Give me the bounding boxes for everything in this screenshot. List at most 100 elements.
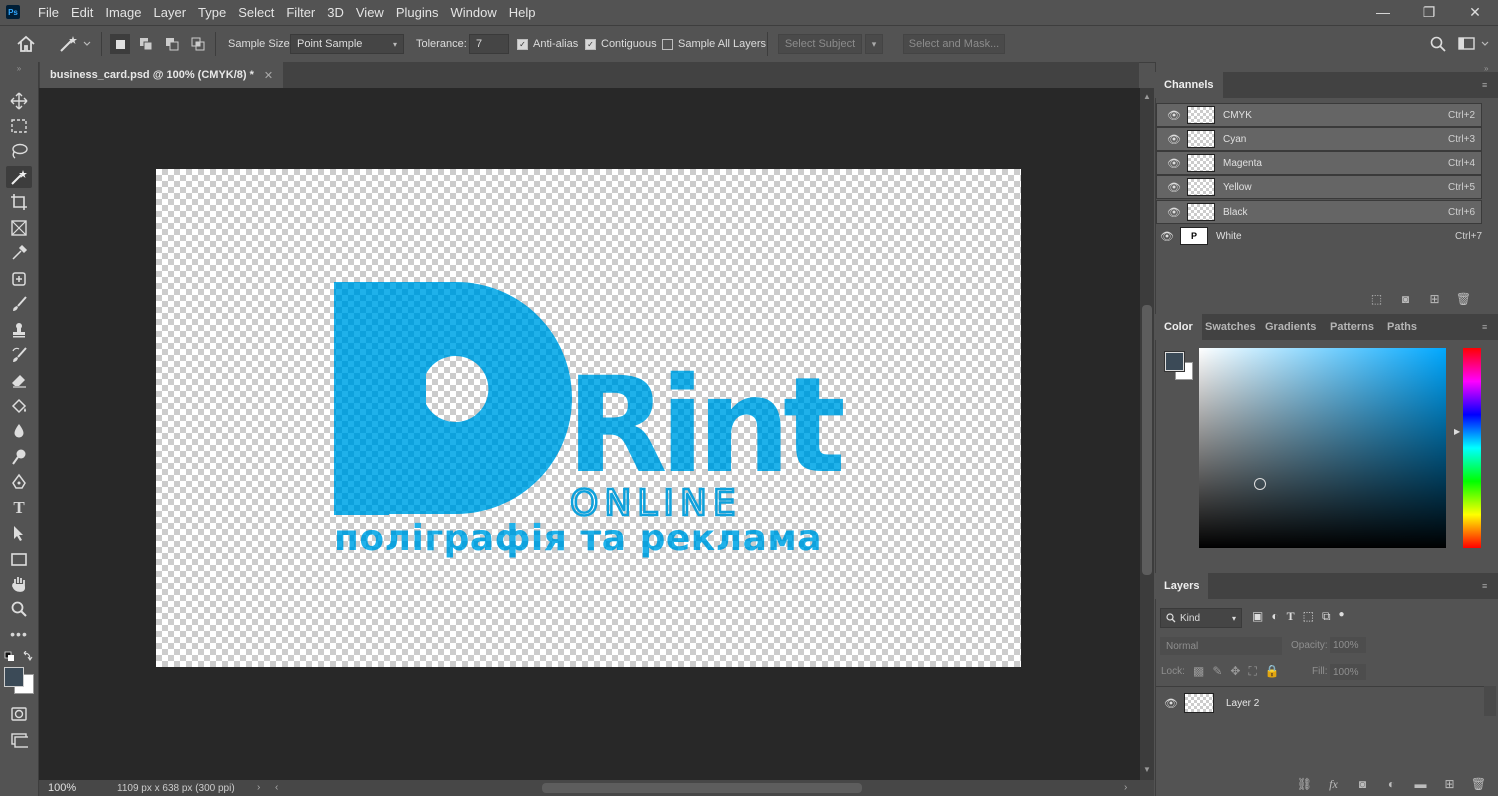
pixel-layer-filter-icon[interactable]: ▣ bbox=[1252, 609, 1263, 624]
panel-menu-icon[interactable]: ≡ bbox=[1482, 581, 1492, 591]
menu-view[interactable]: View bbox=[350, 5, 390, 20]
add-mask-icon[interactable]: ◙ bbox=[1348, 777, 1377, 792]
color-picker-cursor[interactable] bbox=[1254, 478, 1266, 490]
crop-tool[interactable] bbox=[6, 191, 32, 213]
path-selection-tool[interactable] bbox=[6, 522, 32, 544]
scroll-right-icon[interactable]: › bbox=[1124, 782, 1127, 793]
tab-swatches[interactable]: Swatches bbox=[1205, 314, 1256, 340]
add-to-selection-button[interactable] bbox=[136, 34, 156, 54]
document-info[interactable]: 1109 px x 638 px (300 ppi) bbox=[117, 783, 235, 794]
minimize-button[interactable]: — bbox=[1360, 0, 1406, 24]
lock-all-icon[interactable]: 🔒 bbox=[1265, 664, 1280, 679]
eye-icon[interactable]: 👁 bbox=[1164, 697, 1178, 710]
delete-channel-icon[interactable]: 🗑 bbox=[1449, 292, 1478, 306]
default-colors-icon[interactable] bbox=[4, 650, 34, 663]
menu-edit[interactable]: Edit bbox=[65, 5, 99, 20]
panel-menu-icon[interactable]: ≡ bbox=[1482, 80, 1492, 90]
sample-size-select[interactable]: Point Sample ▾ bbox=[290, 34, 404, 54]
rectangular-marquee-tool[interactable] bbox=[6, 115, 32, 137]
eye-icon[interactable]: 👁 bbox=[1167, 181, 1181, 194]
lock-position-icon[interactable]: ✥ bbox=[1230, 664, 1240, 679]
hand-tool[interactable] bbox=[6, 573, 32, 595]
menu-window[interactable]: Window bbox=[444, 5, 502, 20]
channel-row[interactable]: 👁 CMYK Ctrl+2 bbox=[1156, 103, 1482, 127]
adjustment-layer-icon[interactable]: ◐ bbox=[1377, 777, 1406, 792]
document-tab[interactable]: business_card.psd @ 100% (CMYK/8) * ✕ bbox=[40, 62, 284, 88]
menu-select[interactable]: Select bbox=[232, 5, 280, 20]
tab-channels[interactable]: Channels bbox=[1155, 72, 1223, 98]
foreground-color-swatch[interactable] bbox=[4, 667, 24, 687]
lasso-tool[interactable] bbox=[6, 140, 32, 162]
eye-icon[interactable]: 👁 bbox=[1167, 157, 1181, 170]
type-layer-filter-icon[interactable]: T bbox=[1287, 609, 1295, 624]
new-selection-button[interactable] bbox=[110, 34, 130, 54]
menu-file[interactable]: File bbox=[32, 5, 65, 20]
intersect-selection-button[interactable] bbox=[188, 34, 208, 54]
move-tool[interactable] bbox=[6, 90, 32, 112]
zoom-tool[interactable] bbox=[6, 598, 32, 620]
menu-plugins[interactable]: Plugins bbox=[390, 5, 445, 20]
tab-color[interactable]: Color bbox=[1155, 314, 1202, 340]
eye-icon[interactable]: 👁 bbox=[1160, 230, 1174, 243]
magic-wand-tool[interactable] bbox=[6, 166, 32, 188]
horizontal-scroll-thumb[interactable] bbox=[542, 783, 862, 793]
eye-icon[interactable]: 👁 bbox=[1167, 133, 1181, 146]
smart-object-filter-icon[interactable]: ⧉ bbox=[1322, 609, 1331, 624]
home-button[interactable] bbox=[16, 26, 36, 62]
tool-preset-picker[interactable] bbox=[58, 26, 92, 62]
menu-3d[interactable]: 3D bbox=[321, 5, 350, 20]
contiguous-checkbox[interactable]: ✓ Contiguous bbox=[585, 26, 657, 62]
scroll-up-icon[interactable]: ▲ bbox=[1142, 92, 1152, 101]
select-and-mask-button[interactable]: Select and Mask... bbox=[903, 34, 1005, 54]
delete-layer-icon[interactable]: 🗑 bbox=[1464, 777, 1493, 792]
channel-row[interactable]: 👁 Cyan Ctrl+3 bbox=[1156, 127, 1482, 151]
new-channel-icon[interactable]: ⊞ bbox=[1420, 292, 1449, 306]
layer-row[interactable]: 👁 Layer 2 bbox=[1156, 689, 1484, 717]
screen-mode-button[interactable] bbox=[6, 729, 32, 751]
frame-tool[interactable] bbox=[6, 217, 32, 239]
new-group-icon[interactable]: ▬ bbox=[1406, 777, 1435, 792]
layer-name[interactable]: Layer 2 bbox=[1226, 698, 1259, 709]
type-tool[interactable]: T bbox=[6, 497, 32, 519]
subtract-from-selection-button[interactable] bbox=[162, 34, 182, 54]
layers-scrollbar[interactable] bbox=[1484, 686, 1496, 716]
panel-menu-icon[interactable]: ≡ bbox=[1482, 322, 1492, 332]
eye-icon[interactable]: 👁 bbox=[1167, 109, 1181, 122]
tolerance-input[interactable]: 7 bbox=[469, 34, 509, 54]
clone-stamp-tool[interactable] bbox=[6, 319, 32, 341]
tab-paths[interactable]: Paths bbox=[1387, 314, 1417, 340]
hue-slider-handle[interactable]: ▶ bbox=[1454, 427, 1460, 436]
lock-transparent-pixels-icon[interactable]: ▩ bbox=[1193, 664, 1204, 679]
collapse-toolbar-icon[interactable]: » bbox=[6, 64, 32, 73]
color-spectrum-field[interactable] bbox=[1199, 348, 1446, 548]
channel-row[interactable]: 👁 Magenta Ctrl+4 bbox=[1156, 151, 1482, 175]
opacity-input[interactable]: 100% bbox=[1330, 637, 1366, 653]
lock-image-pixels-icon[interactable]: ✎ bbox=[1212, 664, 1222, 679]
pen-tool[interactable] bbox=[6, 471, 32, 493]
history-brush-tool[interactable] bbox=[6, 344, 32, 366]
link-layers-icon[interactable]: ⛓ bbox=[1290, 777, 1319, 792]
tab-patterns[interactable]: Patterns bbox=[1330, 314, 1374, 340]
adjustment-layer-filter-icon[interactable]: ◐ bbox=[1271, 609, 1278, 624]
eraser-tool[interactable] bbox=[6, 369, 32, 391]
blend-mode-select[interactable]: Normal bbox=[1160, 637, 1282, 655]
load-channel-selection-icon[interactable]: ⬚ bbox=[1362, 292, 1391, 306]
layer-style-icon[interactable]: fx bbox=[1319, 777, 1348, 792]
eyedropper-tool[interactable] bbox=[6, 242, 32, 264]
close-tab-icon[interactable]: ✕ bbox=[264, 69, 273, 82]
lock-artboard-icon[interactable]: ⛶ bbox=[1248, 664, 1256, 679]
new-layer-icon[interactable]: ⊞ bbox=[1435, 777, 1464, 792]
menu-help[interactable]: Help bbox=[503, 5, 542, 20]
save-selection-channel-icon[interactable]: ◙ bbox=[1391, 292, 1420, 306]
quick-mask-button[interactable] bbox=[6, 703, 32, 725]
restore-button[interactable]: ❐ bbox=[1406, 0, 1452, 24]
tab-gradients[interactable]: Gradients bbox=[1265, 314, 1316, 340]
edit-toolbar-button[interactable]: ••• bbox=[6, 623, 32, 645]
scroll-down-icon[interactable]: ▼ bbox=[1142, 765, 1152, 774]
menu-filter[interactable]: Filter bbox=[280, 5, 321, 20]
channel-row[interactable]: 👁 Yellow Ctrl+5 bbox=[1156, 175, 1482, 199]
eye-icon[interactable]: 👁 bbox=[1167, 206, 1181, 219]
menu-type[interactable]: Type bbox=[192, 5, 232, 20]
vertical-scroll-thumb[interactable] bbox=[1142, 305, 1152, 575]
select-subject-dropdown[interactable]: ▾ bbox=[865, 34, 883, 54]
